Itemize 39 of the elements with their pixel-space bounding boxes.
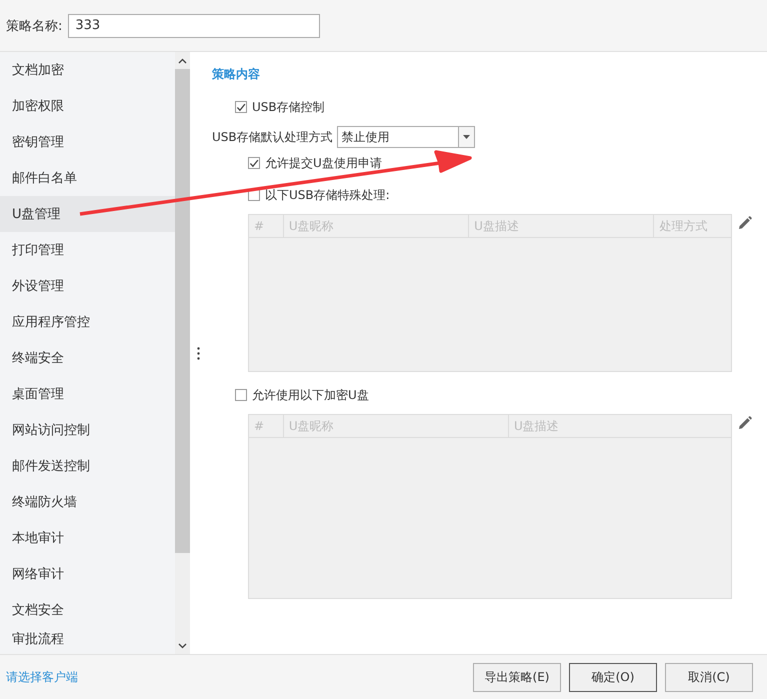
checkbox-label: 允许提交U盘使用申请 xyxy=(265,154,382,172)
export-button[interactable]: 导出策略(E) xyxy=(473,662,561,692)
field-label: USB存储默认处理方式 xyxy=(212,128,333,146)
checkbox[interactable] xyxy=(235,101,247,113)
sidebar-item[interactable]: 文档加密 xyxy=(0,52,175,88)
sidebar-item[interactable]: 应用程序管控 xyxy=(0,304,175,340)
checkbox-label: USB存储控制 xyxy=(252,98,325,116)
checkbox-label: 允许使用以下加密U盘 xyxy=(252,386,369,404)
sidebar-item[interactable]: U盘管理 xyxy=(0,196,175,232)
sidebar-item[interactable]: 终端安全 xyxy=(0,340,175,376)
checkbox-label: 以下USB存储特殊处理: xyxy=(265,186,390,204)
sidebar-item[interactable]: 外设管理 xyxy=(0,268,175,304)
scrollbar-thumb[interactable] xyxy=(175,69,190,553)
sidebar-item[interactable]: 网站访问控制 xyxy=(0,412,175,448)
checkbox[interactable] xyxy=(235,389,247,401)
sidebar-item[interactable]: 审批流程 xyxy=(0,628,175,652)
sidebar-item[interactable]: 本地审计 xyxy=(0,520,175,556)
sidebar-item[interactable]: 文档安全 xyxy=(0,592,175,628)
sidebar-item[interactable]: 密钥管理 xyxy=(0,124,175,160)
policy-name-field[interactable]: 333 xyxy=(68,14,320,38)
cancel-button[interactable]: 取消(C) xyxy=(665,662,753,692)
splitter-handle-icon[interactable] xyxy=(196,346,200,360)
ok-button[interactable]: 确定(O) xyxy=(569,662,657,692)
sidebar-item[interactable]: 桌面管理 xyxy=(0,376,175,412)
dropdown-arrow-icon xyxy=(462,135,470,139)
sidebar-item[interactable]: 网络审计 xyxy=(0,556,175,592)
edit-icon[interactable] xyxy=(738,216,752,230)
sidebar-item[interactable]: 打印管理 xyxy=(0,232,175,268)
section-title: 策略内容 xyxy=(212,66,261,83)
sidebar-item[interactable]: 邮件发送控制 xyxy=(0,448,175,484)
sidebar-item[interactable]: 终端防火墙 xyxy=(0,484,175,520)
column-header: # xyxy=(249,215,284,237)
sidebar-item[interactable]: 加密权限 xyxy=(0,88,175,124)
column-header: # xyxy=(249,415,284,437)
field-label: 策略名称: xyxy=(6,18,62,34)
sidebar-item[interactable]: 邮件白名单 xyxy=(0,160,175,196)
mode-dropdown[interactable]: 禁止使用 xyxy=(336,126,475,148)
edit-icon[interactable] xyxy=(738,416,752,430)
checkbox[interactable] xyxy=(248,157,260,169)
